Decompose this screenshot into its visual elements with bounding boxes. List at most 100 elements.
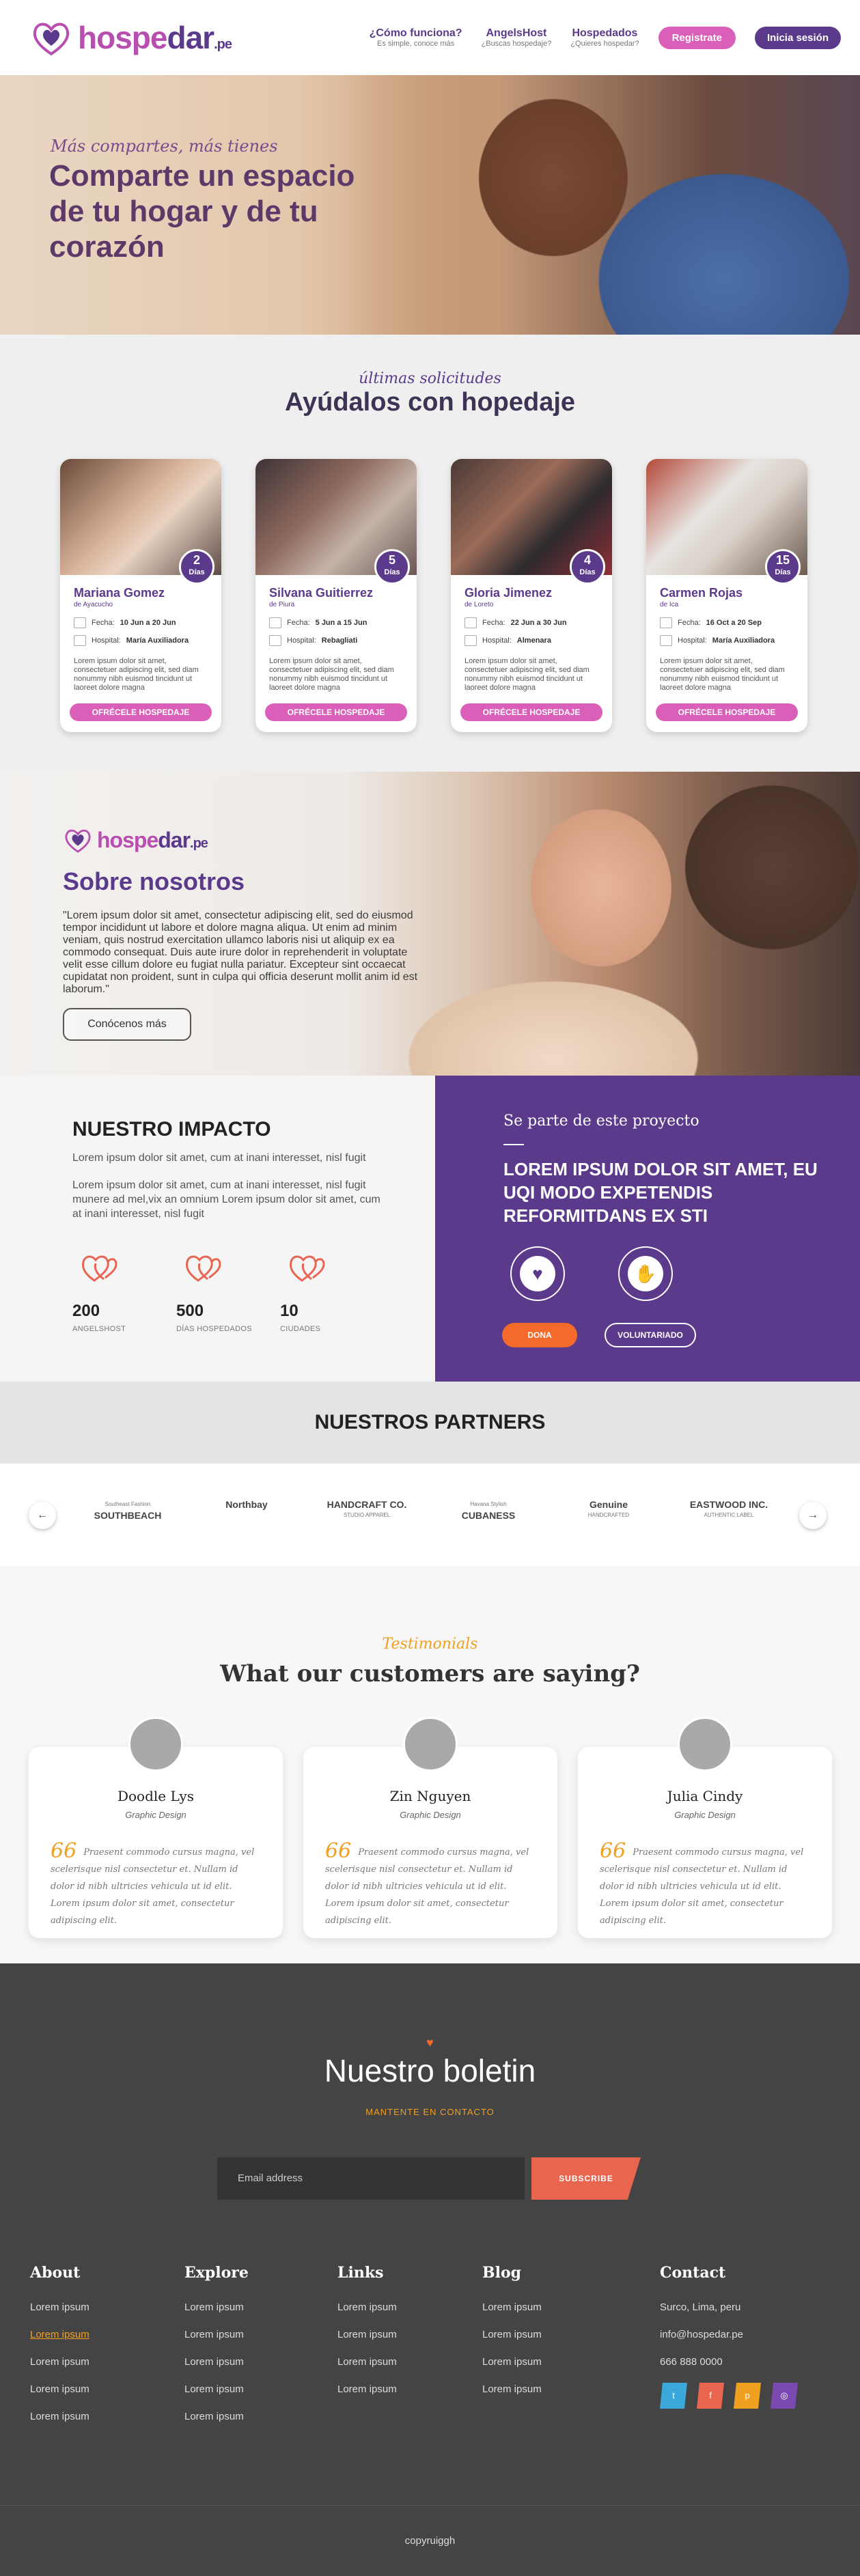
heart-icon [82,1255,117,1282]
email-input[interactable]: Email address [217,2157,525,2200]
logo[interactable]: hospedar.pe [30,18,232,57]
footer-links: Links Lorem ipsum Lorem ipsum Lorem ipsu… [337,2264,397,2410]
footer-about: About Lorem ipsum Lorem ipsum Lorem ipsu… [30,2264,89,2437]
hero-title: Comparte un espacio de tu hogar y de tu … [49,159,355,264]
volunteer-button[interactable]: VOLUNTARIADO [605,1323,696,1347]
partner-logo[interactable]: EASTWOOD INC. AUTHENTIC LABEL [684,1499,773,1521]
partner-logo[interactable]: Genuine HANDCRAFTED [564,1499,653,1521]
nav-hospedados[interactable]: Hospedados ¿Quieres hospedar? [570,27,639,48]
impact-section: NUESTRO IMPACTO Lorem ipsum dolor sit am… [0,1076,435,1382]
heart-hands-logo-icon [33,23,70,56]
partner-logo[interactable]: Northbay [202,1499,291,1510]
about-section: hospedar.pe Sobre nosotros "Lorem ipsum … [0,772,860,1076]
footer-link[interactable]: Lorem ipsum [30,2383,89,2396]
footer-link[interactable]: Lorem ipsum [30,2410,89,2424]
register-button[interactable]: Registrate [658,26,736,49]
offer-hosting-button[interactable]: OFRÉCELE HOSPEDAJE [70,703,212,721]
days-badge: 2 Días [179,549,214,585]
newsletter-subtitle: MANTENTE EN CONTACTO [365,2107,495,2117]
project-section: Se parte de este proyecto LOREM IPSUM DO… [435,1076,860,1382]
request-description: Lorem ipsum dolor sit amet, consectetuer… [74,657,199,692]
testimonials-section: Testimonials What our customers are sayi… [0,1566,860,1963]
project-title: LOREM IPSUM DOLOR SIT AMET, EU UQI MODO … [503,1159,818,1226]
footer-blog: Blog Lorem ipsum Lorem ipsum Lorem ipsum… [482,2264,542,2410]
nav-angelshost[interactable]: AngelsHost ¿Buscas hospedaje? [482,27,552,48]
footer-link[interactable]: Lorem ipsum [184,2328,249,2342]
footer-link[interactable]: Lorem ipsum [337,2355,397,2369]
footer-link[interactable]: Lorem ipsum [482,2328,542,2342]
logo-wordmark: hospedar.pe [78,20,232,55]
hospital-row: Hospital: María Auxiliadora [660,635,775,646]
footer-heading: Contact [660,2264,726,2282]
hospital-row: Hospital: Rebagliati [269,635,357,646]
testimonial-role: Graphic Design [400,1810,461,1820]
footer-link[interactable]: Lorem ipsum [337,2301,397,2314]
hospital-row: Hospital: Almenara [464,635,551,646]
request-description: Lorem ipsum dolor sit amet, consectetuer… [464,657,589,692]
stat-item: 500 DÍAS HOSPEDADOS [176,1252,280,1333]
instagram-icon[interactable]: ◎ [771,2383,798,2409]
facebook-icon[interactable]: f [697,2383,724,2409]
footer-heading: Blog [482,2264,522,2282]
calendar-icon [660,617,672,628]
testimonial-card: Zin Nguyen Graphic Design 66 Praesent com… [303,1717,557,1938]
divider [503,1144,524,1145]
hospital-icon [464,635,477,646]
days-badge: 15 Días [765,549,801,585]
carousel-prev-button[interactable]: ← [29,1502,56,1529]
carousel-next-button[interactable]: → [799,1502,827,1529]
footer-heading: Links [337,2264,384,2282]
footer-link[interactable]: Lorem ipsum [184,2410,249,2424]
hospital-icon [269,635,281,646]
partner-logo[interactable]: Southeast Fashion SOUTHBEACH [83,1499,172,1521]
site-header: hospedar.pe ¿Cómo funciona? Es simple, co… [0,0,860,75]
partners-carousel: ← Southeast Fashion SOUTHBEACH Northbay H… [0,1464,860,1566]
testimonials-title: What our customers are saying? [220,1660,640,1688]
request-description: Lorem ipsum dolor sit amet, consectetuer… [660,657,785,692]
hero-banner: Más compartes, más tienes Comparte un es… [0,75,860,335]
footer-link[interactable]: Lorem ipsum [30,2301,89,2314]
hero-subtitle: Más compartes, más tienes [51,137,278,156]
nav-como-funciona[interactable]: ¿Cómo funciona? Es simple, conoce más [370,27,462,48]
offer-hosting-button[interactable]: OFRÉCELE HOSPEDAJE [265,703,407,721]
request-card: 5 Días Silvana Guitierrez de Piura Fecha:… [255,459,417,732]
heart-icon: ♥ [426,2036,434,2049]
footer-link[interactable]: Lorem ipsum [337,2383,397,2396]
footer-explore: Explore Lorem ipsum Lorem ipsum Lorem ip… [184,2264,249,2437]
partner-logo[interactable]: Havana Stylish CUBANESS [444,1499,533,1521]
raised-hand-icon: ✋ [618,1246,673,1301]
project-kicker: Se parte de este proyecto [503,1112,699,1130]
testimonial-text: 66 Praesent commodo cursus magna, vel sce… [325,1839,529,1927]
offer-hosting-button[interactable]: OFRÉCELE HOSPEDAJE [656,703,798,721]
footer-link[interactable]: Lorem ipsum [482,2301,542,2314]
footer-link[interactable]: Lorem ipsum [482,2383,542,2396]
subscribe-button[interactable]: SUBSCRIBE [531,2157,641,2200]
testimonial-name: Doodle Lys [117,1788,194,1804]
contact-email[interactable]: info@hospedar.pe [660,2328,798,2342]
request-description: Lorem ipsum dolor sit amet, consectetuer… [269,657,394,692]
testimonial-name: Julia Cindy [667,1788,743,1804]
quote-icon: 66 [51,1839,77,1863]
about-title: Sobre nosotros [63,867,245,895]
requests-section: últimas solicitudes Ayúdalos con hopedaj… [0,335,860,772]
partner-logo[interactable]: HANDCRAFT CO. STUDIO APPAREL [322,1499,411,1521]
offer-hosting-button[interactable]: OFRÉCELE HOSPEDAJE [460,703,602,721]
pinterest-icon[interactable]: p [734,2383,761,2409]
footer-link[interactable]: Lorem ipsum [30,2355,89,2369]
stat-item: 200 ANGELSHOST [72,1252,176,1333]
footer-link[interactable]: Lorem ipsum [337,2328,397,2342]
request-cards: 2 Días Mariana Gomez de Ayacucho Fecha: 10… [60,459,807,732]
login-button[interactable]: Inicia sesión [754,26,841,49]
request-location: de Ayacucho [74,601,113,608]
calendar-icon [464,617,477,628]
newsletter-title: Nuestro boletin [324,2053,536,2088]
footer-link[interactable]: Lorem ipsum [184,2355,249,2369]
footer-link[interactable]: Lorem ipsum [30,2328,89,2342]
piggy-bank-icon: ♥ [510,1246,565,1301]
footer-link[interactable]: Lorem ipsum [482,2355,542,2369]
twitter-icon[interactable]: t [660,2383,687,2409]
donate-button[interactable]: DONA [502,1323,577,1347]
footer-link[interactable]: Lorem ipsum [184,2301,249,2314]
footer-link[interactable]: Lorem ipsum [184,2383,249,2396]
learn-more-button[interactable]: Conócenos más [63,1008,191,1041]
